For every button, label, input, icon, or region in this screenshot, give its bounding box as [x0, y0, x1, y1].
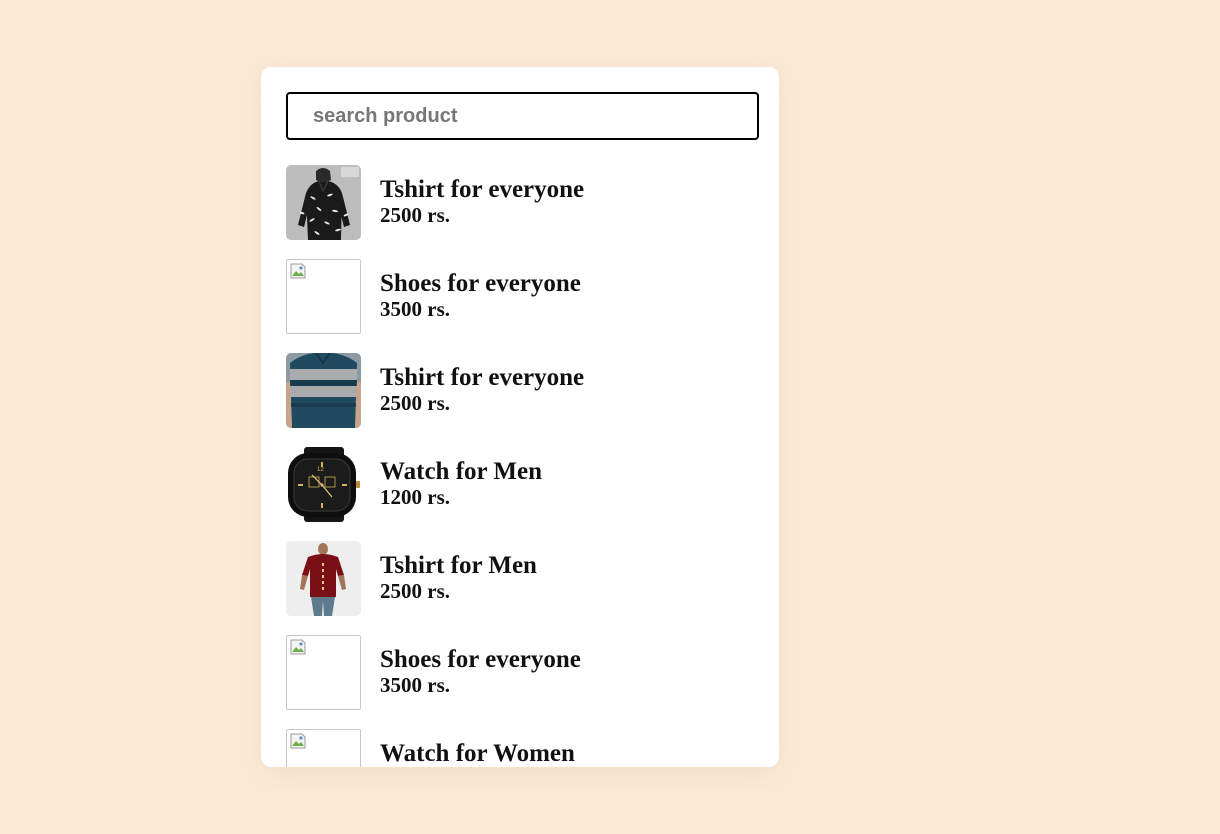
svg-text:12: 12: [317, 467, 324, 473]
product-price: 3500 rs.: [380, 297, 450, 321]
list-item[interactable]: Shoes for everyone 3500 rs.: [286, 635, 759, 710]
product-price: 2500 rs.: [380, 579, 450, 603]
broken-image-icon: [286, 635, 361, 710]
list-item[interactable]: Tshirt for everyone 2500 rs.: [286, 165, 759, 240]
list-item[interactable]: 12 Watch for Men 1200 rs.: [286, 447, 759, 522]
list-item[interactable]: Watch for Women: [286, 729, 759, 767]
product-price: 1200 rs.: [380, 485, 450, 509]
product-name: Shoes for everyone: [380, 646, 581, 673]
product-info: Watch for Men 1200 rs.: [380, 458, 542, 510]
product-name: Tshirt for Men: [380, 552, 537, 579]
product-price: 2500 rs.: [380, 203, 450, 227]
product-image-watch: 12: [286, 447, 361, 522]
product-list: Tshirt for everyone 2500 rs. Shoes for e…: [286, 165, 759, 767]
broken-image-icon: [286, 259, 361, 334]
product-image-black-shirt: [286, 165, 361, 240]
product-name: Shoes for everyone: [380, 270, 581, 297]
product-price: 3500 rs.: [380, 673, 450, 697]
product-info: Tshirt for everyone 2500 rs.: [380, 176, 584, 228]
product-image-maroon-tshirt: [286, 541, 361, 616]
product-info: Shoes for everyone 3500 rs.: [380, 270, 581, 322]
product-info: Shoes for everyone 3500 rs.: [380, 646, 581, 698]
list-item[interactable]: Tshirt for everyone 2500 rs.: [286, 353, 759, 428]
product-name: Tshirt for everyone: [380, 176, 585, 203]
search-input[interactable]: [286, 92, 759, 140]
product-name: Tshirt for everyone: [380, 364, 585, 391]
product-info: Watch for Women: [380, 740, 575, 767]
product-image-striped-polo: [286, 353, 361, 428]
broken-image-icon: [286, 729, 361, 767]
product-name: Watch for Men: [380, 458, 543, 485]
product-info: Tshirt for Men 2500 rs.: [380, 552, 537, 604]
product-name: Watch for Women: [380, 740, 575, 767]
product-info: Tshirt for everyone 2500 rs.: [380, 364, 584, 416]
list-item[interactable]: Tshirt for Men 2500 rs.: [286, 541, 759, 616]
product-price: 2500 rs.: [380, 391, 450, 415]
list-item[interactable]: Shoes for everyone 3500 rs.: [286, 259, 759, 334]
product-search-card: Tshirt for everyone 2500 rs. Shoes for e…: [261, 67, 779, 767]
